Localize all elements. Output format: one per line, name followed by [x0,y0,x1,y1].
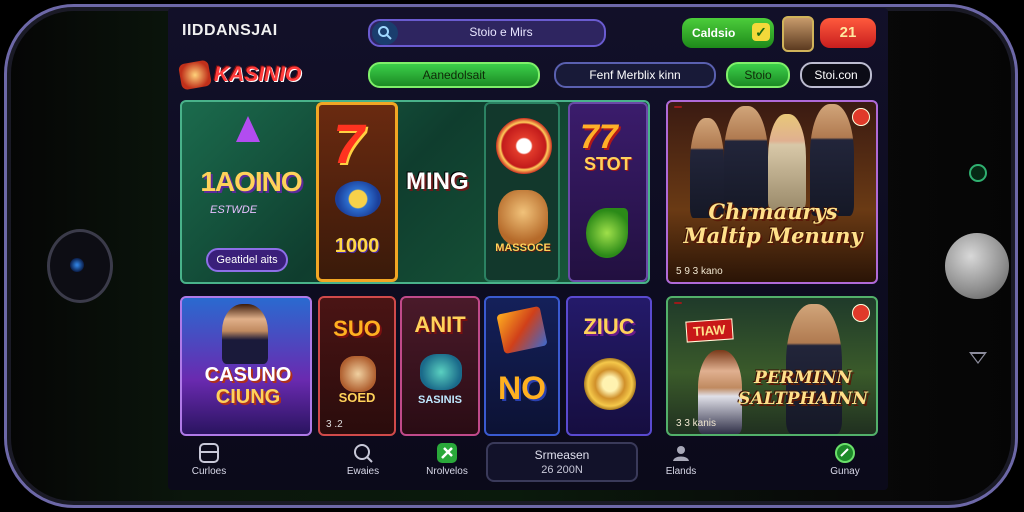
dice-icon [496,305,548,355]
casino-chip-icon [335,181,381,217]
balance-label: Srmeasen [534,448,590,462]
check-icon: ✓ [752,23,770,41]
triangle-icon [236,116,260,142]
nav-item-2[interactable]: Ewaies [328,442,398,477]
promo-top-title: Chrmaurys Maltip Menuny [683,199,863,248]
search-bar[interactable]: Stoio e Mirs [368,19,606,47]
nav-item-1[interactable]: Curloes [174,442,244,477]
slot-card-chips[interactable]: MASSOCE [484,102,560,282]
game-title-line2: CIUNG [215,386,281,408]
seven-symbol: 7 [333,112,365,175]
settings-icon [834,442,856,464]
back-triangle-icon[interactable] [969,352,987,364]
game-tile-no[interactable]: NO [484,296,560,436]
ming-label: MING [406,168,469,195]
game-tile-ziuc[interactable]: ZIUC [566,296,652,436]
featured-subtitle: ESTWDE [210,204,258,216]
camera-lens [70,258,84,272]
badge-dot-icon [852,304,870,322]
app-title: IIDDANSJAI [182,22,278,39]
game-subtitle: SASINIS [417,394,462,406]
badge-dot-icon [852,108,870,126]
camera-icon [47,229,113,303]
promo-badge: TIAW [685,318,734,343]
promo-card-top[interactable]: Chrmaurys Maltip Menuny 5 9 3 kano [666,100,878,284]
search-icon[interactable] [372,21,398,45]
game-tile-casuno[interactable]: CASUNO CIUNG [180,296,312,436]
nav-label: Curloes [191,466,227,477]
users-icon [670,442,692,464]
nav-balance-panel[interactable]: Srmeasen 26 200N [486,442,638,482]
nav-item-3[interactable]: Nrolvelos [412,442,482,477]
wallet-label: Caldsio [692,26,736,40]
promo-bottom-title: PERMINN SALTPHAINN [738,368,868,409]
nav-item-5[interactable]: Gunay [810,442,880,477]
featured-games-tile[interactable]: 1AOINO ESTWDE Geatidel aits 7 1000 MING … [180,100,650,284]
mascot-icon [498,190,548,246]
promo-icon [436,442,458,464]
person-image [768,114,806,210]
game-tile-anit[interactable]: ANIT SASINIS [400,296,480,436]
coin-icon [584,358,636,410]
filter-pill-2[interactable]: Fenf Merblix kinn [554,62,716,88]
promo-top-caption: 5 9 3 kano [676,266,723,277]
game-title: SUO [333,316,381,341]
game-title-line1: CASUNO [204,364,292,386]
filter-pill-4[interactable]: Stoi.con [800,62,872,88]
slot-chips-label: MASSOCE [495,242,551,254]
casino-icon [198,442,220,464]
nav-label: Elands [665,466,697,477]
dragon-icon [420,354,462,390]
nav-label: Nrolvelos [426,466,468,477]
game-title: CASUNO CIUNG [186,364,310,408]
game-title: ANIT [414,312,466,337]
home-button[interactable] [945,233,1009,299]
balance-value: 26 200N [541,464,583,476]
game-title: NO [498,370,546,406]
search-input[interactable]: Stoio e Mirs [406,25,596,39]
leaf-icon [586,208,628,258]
slot-purple-label: STOT [584,154,632,174]
double-seven-symbol: 77 [580,118,618,156]
logo-emblem-icon [177,59,213,91]
promo-card-bottom[interactable]: TIAW PERMINN SALTPHAINN 3 3 kanis [666,296,878,436]
nav-item-4[interactable]: Elands [646,442,716,477]
sensor-dot-icon [969,164,987,182]
game-tile-suo[interactable]: SUO SOED 3 .2 [318,296,396,436]
notification-badge[interactable]: 21 [820,18,876,48]
game-caption: 3 .2 [326,419,343,430]
app-screen: IIDDANSJAI Stoio e Mirs Caldsio ✓ 21 KAS… [168,8,888,490]
filter-pill-3[interactable]: Stoio [726,62,790,88]
fox-icon [340,356,376,392]
game-subtitle: SOED [338,390,376,405]
nav-label: Ewaies [346,466,380,477]
promo-tag [674,106,682,108]
avatar[interactable] [782,16,814,52]
slot-card-777[interactable]: 7 1000 [316,102,398,282]
featured-banner: 1AOINO ESTWDE Geatidel aits [182,102,312,282]
wallet-button[interactable]: Caldsio ✓ [682,18,774,48]
slot-value: 1000 [334,235,380,257]
featured-title: 1AOINO [200,166,302,197]
brand-logo[interactable]: KASINIO [177,59,302,91]
game-title: ZIUC [583,314,635,339]
promo-bottom-caption: 3 3 kanis [676,418,717,429]
poker-chip-icon [496,118,552,174]
featured-play-button[interactable]: Geatidel aits [206,248,288,272]
slot-card-purple[interactable]: 77 STOT [568,102,648,282]
logo-text: KASINIO [214,63,302,86]
nav-label: Gunay [830,466,860,477]
hostess-image [222,304,268,364]
search-icon [352,442,374,464]
promo-tag [674,302,682,304]
filter-pill-1[interactable]: Aanedolsait [368,62,540,88]
